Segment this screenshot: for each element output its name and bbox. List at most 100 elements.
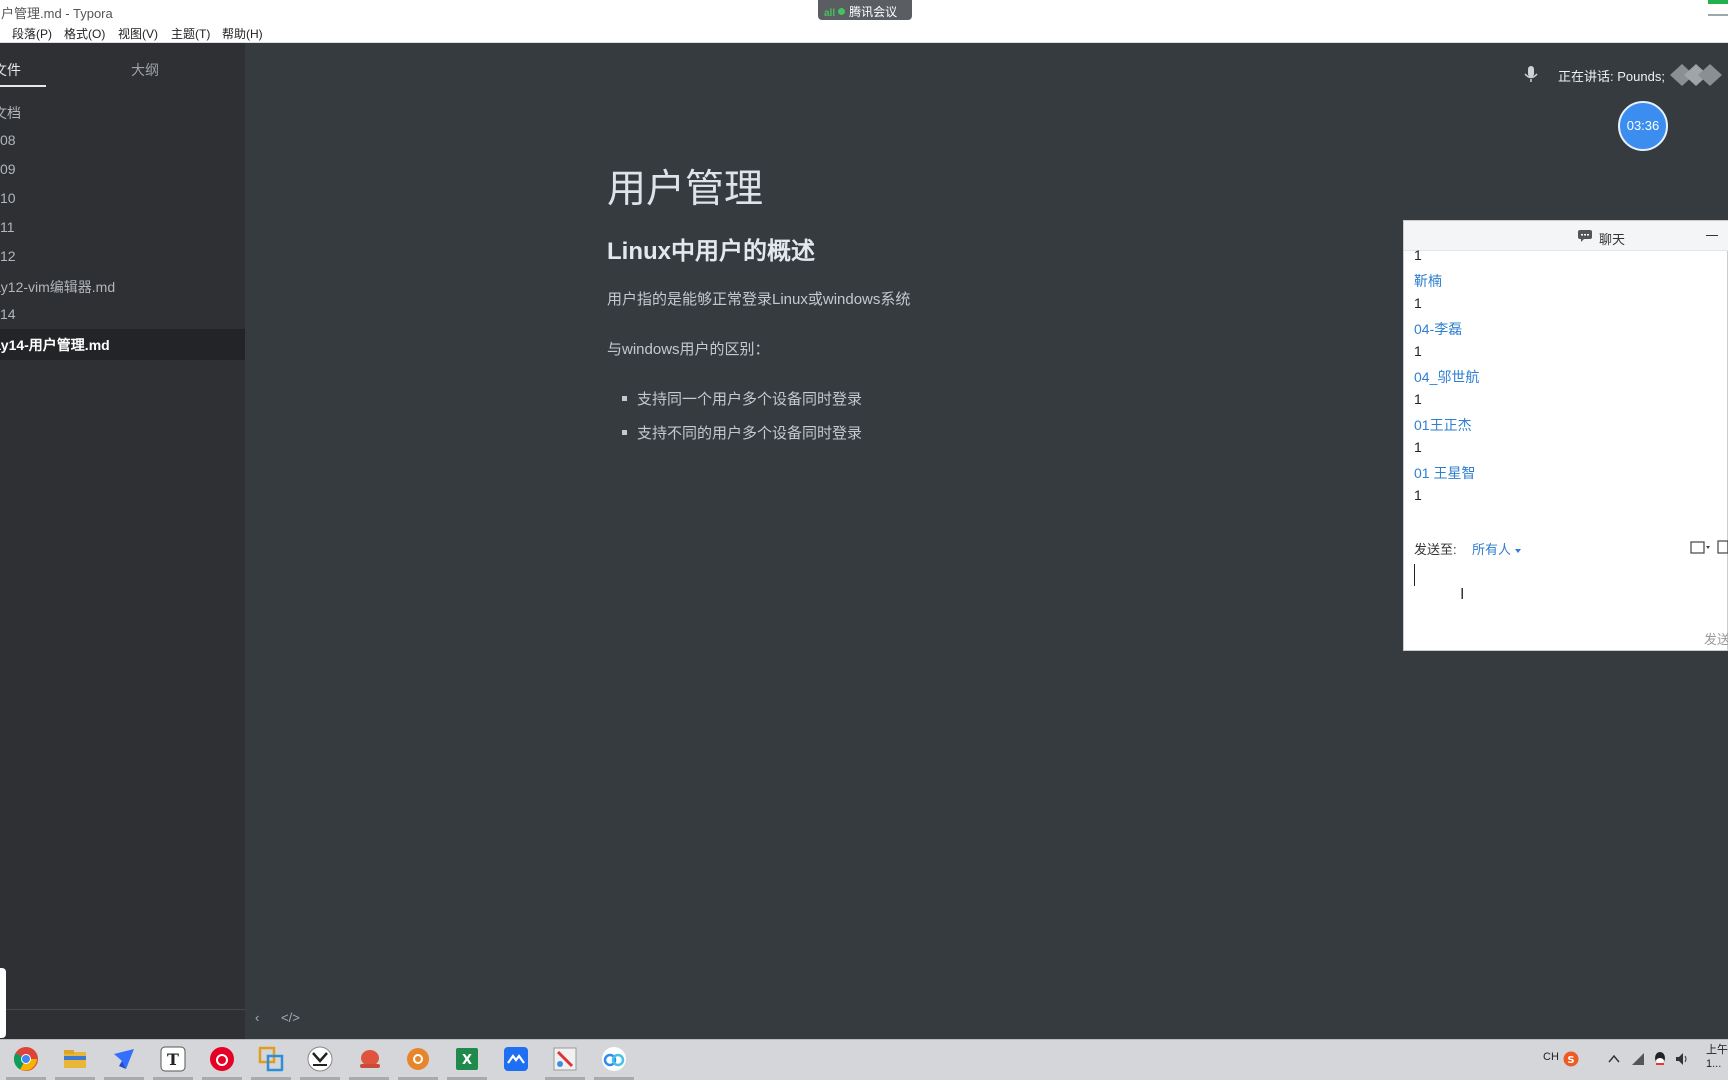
qq-icon[interactable] [1652, 1051, 1668, 1067]
sidebar-item-label: ay12-vim编辑器.md [0, 279, 116, 295]
chat-message-text: 1 [1414, 439, 1422, 455]
chat-sender-name: 04-李磊 [1414, 321, 1463, 337]
list-item: 支持同一个用户多个设备同时登录 [622, 388, 862, 409]
editor-bottom-bar: ‹ </> [245, 1010, 325, 1032]
xshell-icon[interactable] [307, 1046, 333, 1072]
sidebar-item-day10[interactable]: y10 [0, 184, 245, 213]
document-title: 用户管理 [607, 168, 764, 211]
menu-paragraph[interactable]: 段落(P) [12, 25, 52, 42]
netease-music-icon[interactable] [209, 1046, 235, 1072]
edge-widget[interactable] [0, 968, 6, 1038]
volume-icon[interactable] [1674, 1051, 1690, 1067]
minimize-icon[interactable] [1708, 14, 1728, 16]
sidebar-item-docs[interactable]: 文档 [0, 97, 245, 126]
sidebar-item-day08[interactable]: y08 [0, 126, 245, 155]
meeting-logo-icon [1670, 64, 1722, 86]
chat-title: 聊天 [1599, 232, 1626, 247]
source-code-icon[interactable]: </> [281, 1010, 300, 1025]
taskbar-clock[interactable]: 上午 1... [1706, 1043, 1728, 1071]
document-paragraph: 与windows用户的区别： [607, 341, 770, 358]
folder-icon[interactable] [62, 1046, 88, 1072]
paint-icon[interactable] [552, 1046, 578, 1072]
chat-sender-name: 04_邬世航 [1414, 369, 1480, 385]
sidebar-item-day14-user-management[interactable]: ay14-用户管理.md [0, 329, 245, 360]
meeting-label: 腾讯会议 [849, 5, 898, 19]
network-icon[interactable] [1630, 1051, 1646, 1067]
clock-time: 1... [1706, 1058, 1722, 1070]
settings-gear-icon[interactable] [405, 1046, 431, 1072]
chat-input[interactable]: I [1404, 561, 1728, 621]
chat-message-text: 1 [1414, 247, 1422, 263]
chat-sender-name: 靳楠 [1414, 273, 1442, 289]
menu-theme[interactable]: 主题(T) [171, 25, 210, 42]
speaking-indicator: 正在讲话: Pounds; [1520, 62, 1722, 86]
taskbar: T X CH S 上午 1... [0, 1039, 1728, 1080]
signal-icon: all [824, 8, 836, 19]
menu-help[interactable]: 帮助(H) [222, 25, 263, 42]
clock-period: 上午 [1706, 1044, 1728, 1056]
chat-panel: 聊天 1 靳楠 1 04-李磊 1 04_邬世航 1 01王正杰 1 01 王星… [1403, 220, 1728, 651]
sidebar-divider [0, 1009, 245, 1010]
send-to-value: 所有人 [1472, 542, 1512, 557]
snail-icon[interactable] [356, 1046, 382, 1072]
active-tab-indicator [0, 85, 46, 87]
vmware-icon[interactable] [258, 1046, 284, 1072]
file-send-icon[interactable] [1689, 539, 1728, 555]
menu-view[interactable]: 视图(V) [118, 25, 158, 42]
ime-indicator[interactable]: CH [1543, 1051, 1559, 1063]
sidebar-item-label: y08 [0, 132, 16, 148]
sidebar-item-day09[interactable]: y09 [0, 155, 245, 184]
feishu-icon[interactable] [111, 1046, 137, 1072]
list-item-text: 支持同一个用户多个设备同时登录 [637, 391, 863, 408]
sidebar-item-label: y11 [0, 219, 15, 235]
chat-message-list[interactable]: 1 靳楠 1 04-李磊 1 04_邬世航 1 01王正杰 1 01 王星智 1 [1404, 247, 1728, 551]
meeting-indicator[interactable]: all 腾讯会议 [818, 0, 912, 20]
typora-icon[interactable]: T [160, 1046, 186, 1072]
chat-message-text: 1 [1414, 295, 1422, 311]
chevron-up-icon[interactable] [1606, 1051, 1622, 1067]
menu-bar: 段落(P) 格式(O) 视图(V) 主题(T) 帮助(H) [0, 22, 1728, 43]
tab-outline[interactable]: 大纲 [131, 60, 159, 80]
status-strip [1708, 0, 1728, 4]
minimize-icon[interactable] [1706, 235, 1718, 236]
chevron-left-icon[interactable]: ‹ [255, 1010, 259, 1025]
baidu-netdisk-icon[interactable] [601, 1046, 627, 1072]
svg-text:S: S [1567, 1055, 1574, 1066]
svg-text:T: T [167, 1050, 179, 1069]
file-sidebar: 文件 大纲 文档 y08 y09 y10 y11 y12 ay12-vim编辑器… [0, 43, 245, 1039]
microphone-icon [1524, 66, 1538, 82]
meeting-timer[interactable]: 03:36 [1618, 101, 1668, 151]
send-button[interactable]: 发送 [1704, 629, 1728, 648]
document-paragraph: 用户指的是能够正常登录Linux或windows系统 [607, 291, 911, 308]
sidebar-item-day11[interactable]: y11 [0, 213, 245, 242]
sidebar-item-day14[interactable]: y14 [0, 300, 245, 329]
excel-icon[interactable]: X [454, 1046, 480, 1072]
sogou-ime-icon[interactable]: S [1563, 1051, 1579, 1067]
tencent-meeting-icon[interactable] [503, 1046, 529, 1072]
ibeam-cursor-icon: I [1460, 586, 1465, 603]
text-cursor [1414, 564, 1415, 586]
bullet-icon [622, 395, 627, 401]
document-heading: Linux中用户的概述 [607, 238, 815, 265]
sidebar-item-label: y09 [0, 161, 16, 177]
chat-sender-name: 01 王星智 [1414, 465, 1476, 481]
sidebar-item-label: 文档 [0, 105, 21, 121]
recording-dot-icon [838, 8, 846, 15]
sidebar-item-label: y10 [0, 190, 16, 206]
send-to-dropdown[interactable]: 所有人 [1472, 539, 1522, 558]
tab-files[interactable]: 文件 [0, 60, 21, 80]
speaking-label: 正在讲话: Pounds; [1558, 69, 1665, 84]
chat-sender-name: 01王正杰 [1414, 417, 1472, 433]
list-item-text: 支持不同的用户多个设备同时登录 [637, 425, 863, 442]
list-item: 支持不同的用户多个设备同时登录 [622, 422, 862, 443]
menu-format[interactable]: 格式(O) [64, 25, 105, 42]
sidebar-item-label: y14 [0, 306, 16, 322]
chrome-icon[interactable] [13, 1046, 39, 1072]
caret-down-icon [1515, 548, 1522, 553]
sidebar-item-label: ay14-用户管理.md [0, 337, 110, 353]
sidebar-item-day12[interactable]: y12 [0, 242, 245, 271]
sidebar-item-day12-vim[interactable]: ay12-vim编辑器.md [0, 271, 245, 300]
title-bar: 用户管理.md - Typora all 腾讯会议 [0, 0, 1728, 22]
svg-text:X: X [462, 1053, 472, 1068]
chat-header[interactable]: 聊天 [1404, 221, 1728, 251]
